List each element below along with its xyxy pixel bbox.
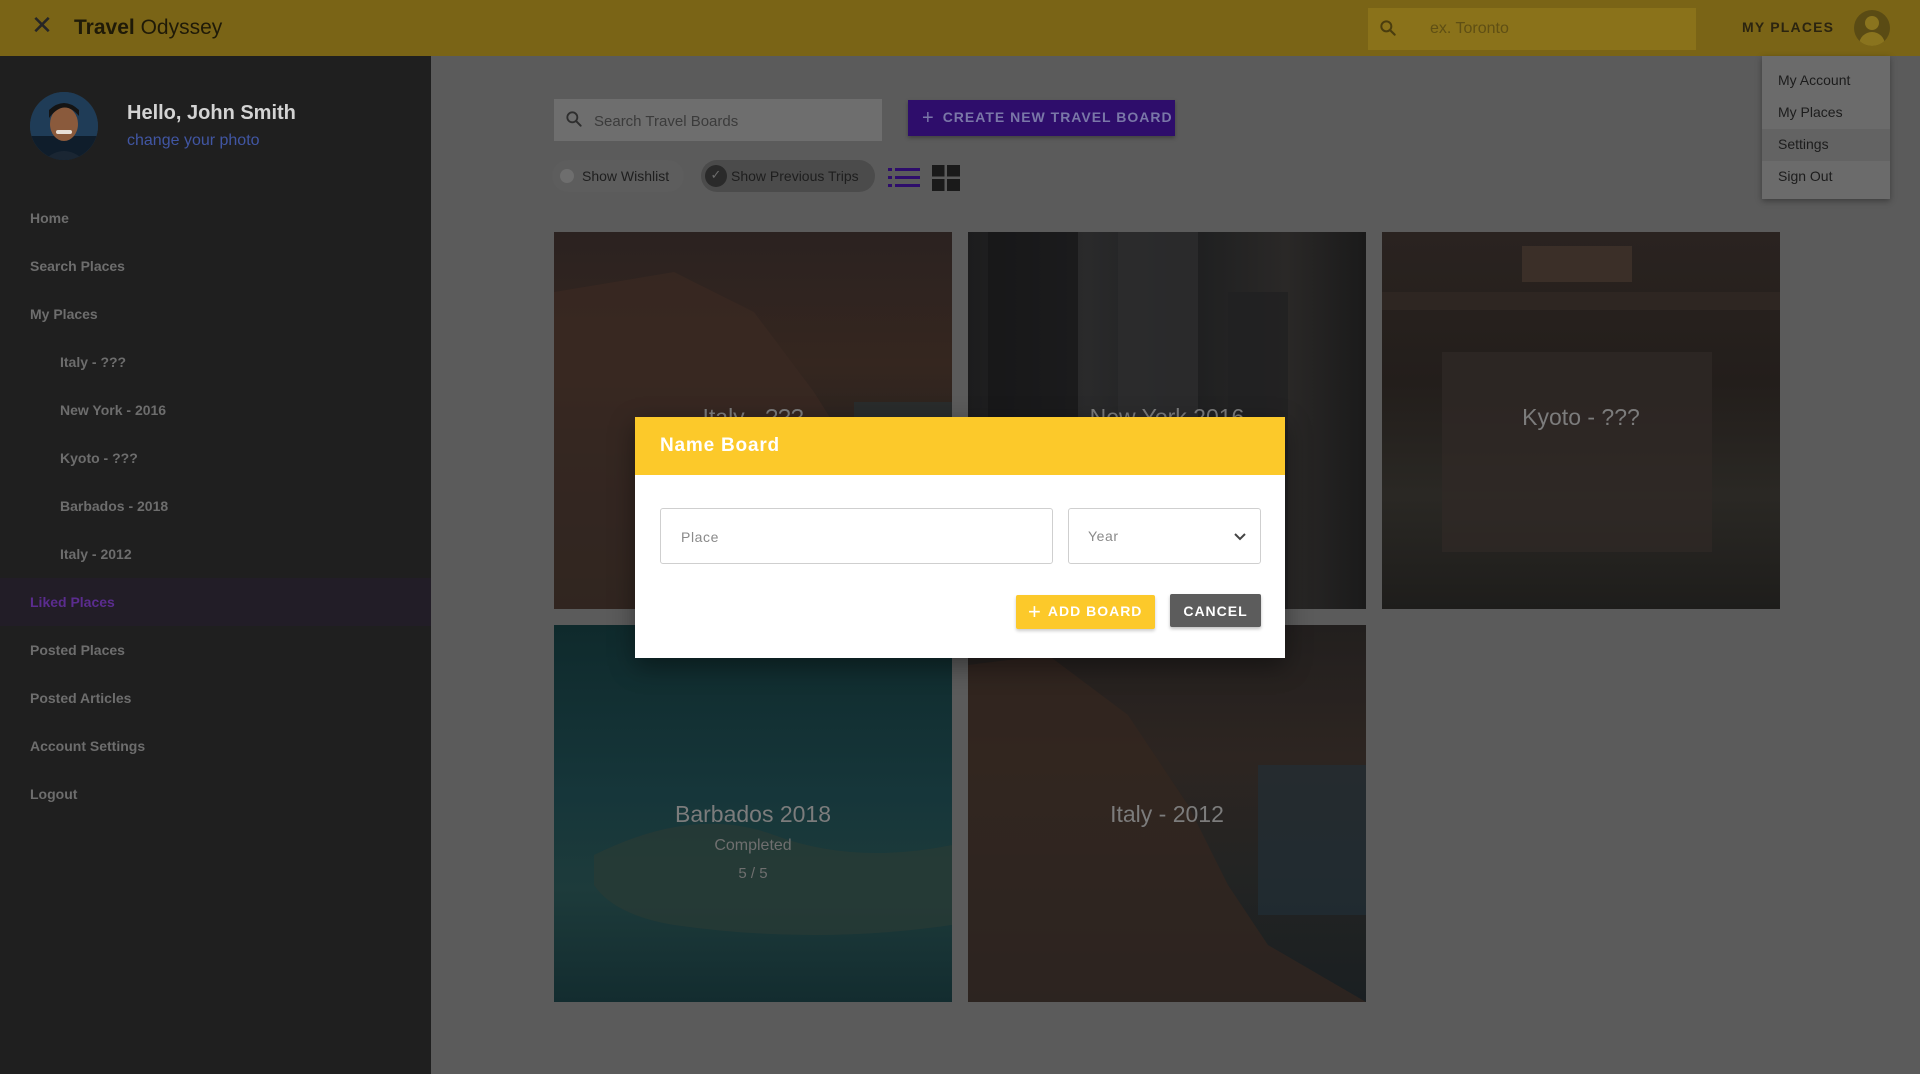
create-travel-board-button[interactable]: + CREATE NEW TRAVEL BOARD xyxy=(908,100,1175,136)
board-progress: 5 / 5 xyxy=(738,865,768,882)
board-title: Barbados 2018 xyxy=(674,801,831,827)
plus-icon: + xyxy=(1028,599,1042,624)
add-board-button[interactable]: + ADD BOARD xyxy=(1016,595,1155,629)
avatar-body xyxy=(1859,32,1885,46)
show-wishlist-label: Show Wishlist xyxy=(582,168,670,184)
sidebar-item-kyoto[interactable]: Kyoto - ??? xyxy=(0,434,431,482)
wishlist-chip-icon xyxy=(560,169,574,183)
list-view-icon[interactable] xyxy=(888,166,920,190)
menu-item-my-account[interactable]: My Account xyxy=(1762,65,1890,97)
show-wishlist-chip[interactable]: Show Wishlist xyxy=(552,160,684,192)
my-places-link[interactable]: MY PLACES xyxy=(1742,19,1834,35)
profile-photo-image xyxy=(30,92,98,160)
greeting: Hello, John Smith xyxy=(127,102,296,124)
sidebar-item-barbados-2018[interactable]: Barbados - 2018 xyxy=(0,482,431,530)
show-previous-trips-label: Show Previous Trips xyxy=(731,168,859,184)
menu-item-sign-out[interactable]: Sign Out xyxy=(1762,161,1890,193)
sidebar-item-new-york-2016[interactable]: New York - 2016 xyxy=(0,386,431,434)
name-board-dialog: Name Board Year + ADD BOARD CANCEL xyxy=(635,417,1285,658)
board-card-barbados-2018[interactable]: Barbados 2018 Completed 5 / 5 xyxy=(554,625,952,1002)
board-search-box xyxy=(554,99,882,141)
change-photo-link[interactable]: change your photo xyxy=(127,132,260,150)
menu-item-settings[interactable]: Settings xyxy=(1762,129,1890,161)
sidebar-item-posted-articles[interactable]: Posted Articles xyxy=(0,674,431,722)
board-card-italy-2012[interactable]: Italy - 2012 xyxy=(968,625,1366,1002)
chevron-down-icon xyxy=(1234,533,1246,541)
plus-icon: + xyxy=(922,106,935,129)
grid-view-icon[interactable] xyxy=(932,165,960,191)
sidebar-item-my-places[interactable]: My Places xyxy=(0,290,431,338)
add-board-label: ADD BOARD xyxy=(1047,603,1143,619)
place-input[interactable] xyxy=(681,526,1031,548)
sidebar: Hello, John Smith change your photo Home… xyxy=(0,56,431,1074)
sidebar-item-home[interactable]: Home xyxy=(0,194,431,242)
board-title: Kyoto - ??? xyxy=(1522,404,1640,430)
sidebar-item-italy-unknown[interactable]: Italy - ??? xyxy=(0,338,431,386)
sidebar-item-account-settings[interactable]: Account Settings xyxy=(0,722,431,770)
avatar-head xyxy=(1865,16,1879,30)
place-field[interactable] xyxy=(660,508,1053,564)
global-search-input[interactable] xyxy=(1430,18,1680,40)
profile-photo[interactable] xyxy=(30,92,98,160)
dialog-title: Name Board xyxy=(660,435,780,456)
app-title[interactable]: Travel Odyssey xyxy=(74,16,222,40)
sidebar-item-posted-places[interactable]: Posted Places xyxy=(0,626,431,674)
brand-light: Odyssey xyxy=(140,16,223,39)
global-search-box xyxy=(1368,8,1696,50)
create-travel-board-label: CREATE NEW TRAVEL BOARD xyxy=(942,108,1173,125)
account-menu: My Account My Places Settings Sign Out xyxy=(1762,56,1890,199)
sidebar-item-logout[interactable]: Logout xyxy=(0,770,431,818)
search-icon xyxy=(1380,20,1396,36)
year-select[interactable]: Year xyxy=(1068,508,1261,564)
menu-item-my-places[interactable]: My Places xyxy=(1762,97,1890,129)
dialog-header: Name Board xyxy=(635,417,1285,475)
cancel-button[interactable]: CANCEL xyxy=(1170,594,1261,627)
sidebar-item-italy-2012[interactable]: Italy - 2012 xyxy=(0,530,431,578)
board-card-kyoto[interactable]: Kyoto - ??? xyxy=(1382,232,1780,609)
top-app-bar: ✕ Travel Odyssey MY PLACES xyxy=(0,0,1920,56)
brand-bold: Travel xyxy=(74,16,135,39)
search-icon xyxy=(566,111,582,127)
check-icon: ✓ xyxy=(705,165,727,187)
sidebar-item-liked-places[interactable]: Liked Places xyxy=(0,578,431,626)
account-avatar-icon[interactable] xyxy=(1854,10,1890,46)
board-title: Italy - 2012 xyxy=(1110,801,1224,827)
board-search-input[interactable] xyxy=(594,110,864,132)
year-select-label: Year xyxy=(1088,528,1119,544)
close-icon[interactable]: ✕ xyxy=(30,13,54,39)
sidebar-item-search-places[interactable]: Search Places xyxy=(0,242,431,290)
board-status: Completed xyxy=(714,837,792,854)
sidebar-nav: Home Search Places My Places Italy - ???… xyxy=(0,194,431,818)
show-previous-trips-chip[interactable]: ✓ Show Previous Trips xyxy=(701,160,875,192)
